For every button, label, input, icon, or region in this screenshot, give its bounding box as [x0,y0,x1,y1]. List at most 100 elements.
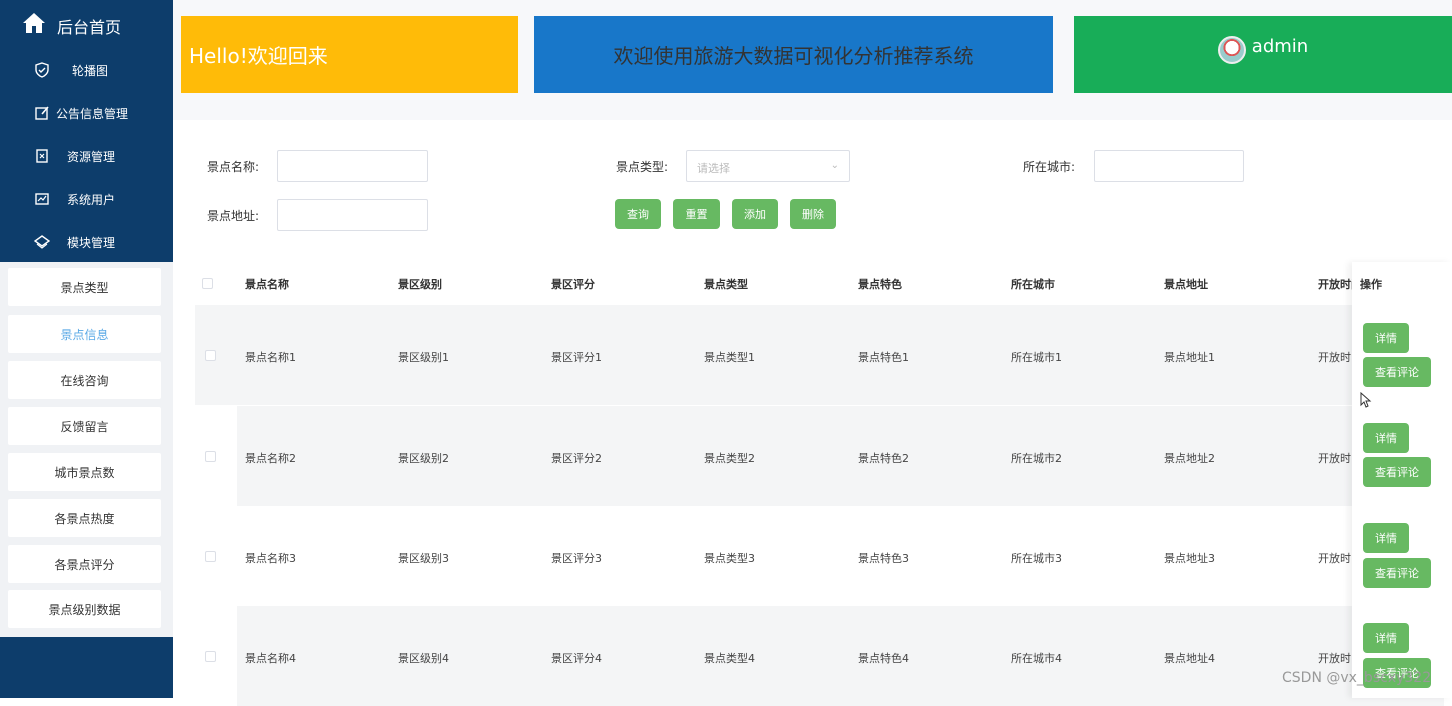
menu-item-carousel[interactable]: 轮播图 [0,50,173,90]
cell-spot-name: 景点名称4 [245,652,296,665]
column-header[interactable]: 景点地址 [1164,276,1208,292]
system-title-card: 欢迎使用旅游大数据可视化分析推荐系统 [534,16,1053,93]
table-header [195,262,1444,304]
column-header[interactable]: 所在城市 [1011,276,1055,292]
view-comments-button[interactable]: 查看评论 [1363,457,1431,487]
row-checkbox[interactable] [205,551,216,562]
cell-spot-name: 景点名称3 [245,552,296,565]
spot-name-input[interactable] [277,150,428,182]
select-all-checkbox[interactable] [202,278,213,289]
column-header-operations: 操作 [1360,278,1382,291]
row-checkbox[interactable] [205,350,216,361]
city-input[interactable] [1094,150,1244,182]
spot-name-label: 景点名称: [207,160,260,174]
cell-spot-feature: 景点特色3 [858,552,909,565]
view-comments-button[interactable]: 查看评论 [1363,558,1431,588]
table-row[interactable] [195,606,1444,706]
detail-button[interactable]: 详情 [1363,423,1409,453]
cell-address: 景点地址3 [1164,552,1215,565]
menu-label-carousel: 轮播图 [72,64,109,78]
cell-city: 所在城市3 [1011,552,1062,565]
delete-button[interactable]: 删除 [790,199,836,229]
column-header[interactable]: 景区评分 [551,276,595,292]
cell-spot-type: 景点类型2 [704,452,755,465]
submenu-item-feedback[interactable]: 反馈留言 [8,407,161,445]
menu-item-modules[interactable]: 模块管理 [0,222,173,262]
menu-label-system-users: 系统用户 [67,193,116,207]
cell-spot-feature: 景点特色2 [858,452,909,465]
cell-spot-level: 景区级别4 [398,652,449,665]
cell-city: 所在城市2 [1011,452,1062,465]
cell-spot-rating: 景区评分4 [551,652,602,665]
detail-button[interactable]: 详情 [1363,323,1409,353]
cell-city: 所在城市4 [1011,652,1062,665]
add-button[interactable]: 添加 [732,199,778,229]
menu-item-system-users[interactable]: 系统用户 [0,179,173,219]
reset-button[interactable]: 重置 [673,199,720,229]
column-header[interactable]: 景点名称 [245,276,289,292]
username: admin [1251,36,1309,57]
home-menu-item[interactable]: 后台首页 [0,0,173,48]
city-label: 所在城市: [1023,160,1076,174]
cell-address: 景点地址4 [1164,652,1215,665]
cell-spot-type: 景点类型3 [704,552,755,565]
spot-type-select[interactable]: 请选择 ⌄ [686,150,850,182]
user-card[interactable]: admin [1074,16,1452,93]
sidebar: 后台首页 轮播图 公告信息管理 资源管理 系统用户 模块管理 景点类型 景点信息… [0,0,173,698]
column-header[interactable]: 景区级别 [398,276,442,292]
column-header[interactable]: 景点特色 [858,276,902,292]
cell-spot-level: 景区级别2 [398,452,449,465]
cell-open-time: 开放时间 [1318,552,1352,565]
spot-type-label: 景点类型: [616,160,669,174]
detail-button[interactable]: 详情 [1363,623,1409,653]
cell-spot-feature: 景点特色4 [858,652,909,665]
cell-spot-type: 景点类型1 [704,351,755,364]
row-checkbox[interactable] [205,451,216,462]
cell-spot-level: 景区级别3 [398,552,449,565]
cell-open-time: 开放时间 [1318,351,1352,364]
avatar[interactable] [1217,36,1246,64]
row-checkbox[interactable] [205,651,216,662]
submenu-item-spot-level-data[interactable]: 景点级别数据 [8,590,161,628]
submenu-item-spot-info[interactable]: 景点信息 [8,315,161,353]
submenu-item-spot-ratings[interactable]: 各景点评分 [8,545,161,583]
address-input[interactable] [277,199,428,231]
cell-city: 所在城市1 [1011,351,1062,364]
submenu-item-online-consult[interactable]: 在线咨询 [8,361,161,399]
query-button[interactable]: 查询 [615,199,661,229]
layers-icon [34,235,50,249]
cell-address: 景点地址1 [1164,351,1215,364]
cell-spot-feature: 景点特色1 [858,351,909,364]
home-label: 后台首页 [57,18,122,37]
cell-open-time: 开放时间 [1318,652,1352,665]
spot-type-placeholder: 请选择 [697,162,730,175]
menu-label-modules: 模块管理 [67,236,116,250]
submenu-item-spot-popularity[interactable]: 各景点热度 [8,499,161,537]
menu-label-announcements: 公告信息管理 [56,107,129,121]
table-row[interactable] [195,305,1444,405]
shield-icon [35,62,49,78]
menu-item-resources[interactable]: 资源管理 [0,136,173,176]
column-header[interactable]: 景点类型 [704,276,748,292]
cell-spot-rating: 景区评分3 [551,552,602,565]
view-comments-button[interactable]: 查看评论 [1363,357,1431,387]
edit-icon [35,106,49,120]
submenu: 景点类型 景点信息 在线咨询 反馈留言 城市景点数 各景点热度 各景点评分 景点… [0,262,173,637]
menu-item-announcements[interactable]: 公告信息管理 [0,93,173,133]
cell-spot-name: 景点名称1 [245,351,296,364]
address-label: 景点地址: [207,209,260,223]
column-header[interactable]: 开放时间 [1318,276,1352,292]
home-icon [23,13,45,33]
resource-icon [36,149,48,163]
submenu-item-spot-types[interactable]: 景点类型 [8,268,161,306]
submenu-item-city-spot-count[interactable]: 城市景点数 [8,453,161,491]
table-row[interactable] [195,506,1444,606]
cell-spot-name: 景点名称2 [245,452,296,465]
table-row[interactable] [195,406,1444,506]
watermark: CSDN @vx_bscxy322 [1282,670,1432,686]
mouse-cursor-icon [1360,392,1372,408]
cell-address: 景点地址2 [1164,452,1215,465]
cell-spot-type: 景点类型4 [704,652,755,665]
detail-button[interactable]: 详情 [1363,523,1409,553]
welcome-card: Hello!欢迎回来 [181,16,518,93]
